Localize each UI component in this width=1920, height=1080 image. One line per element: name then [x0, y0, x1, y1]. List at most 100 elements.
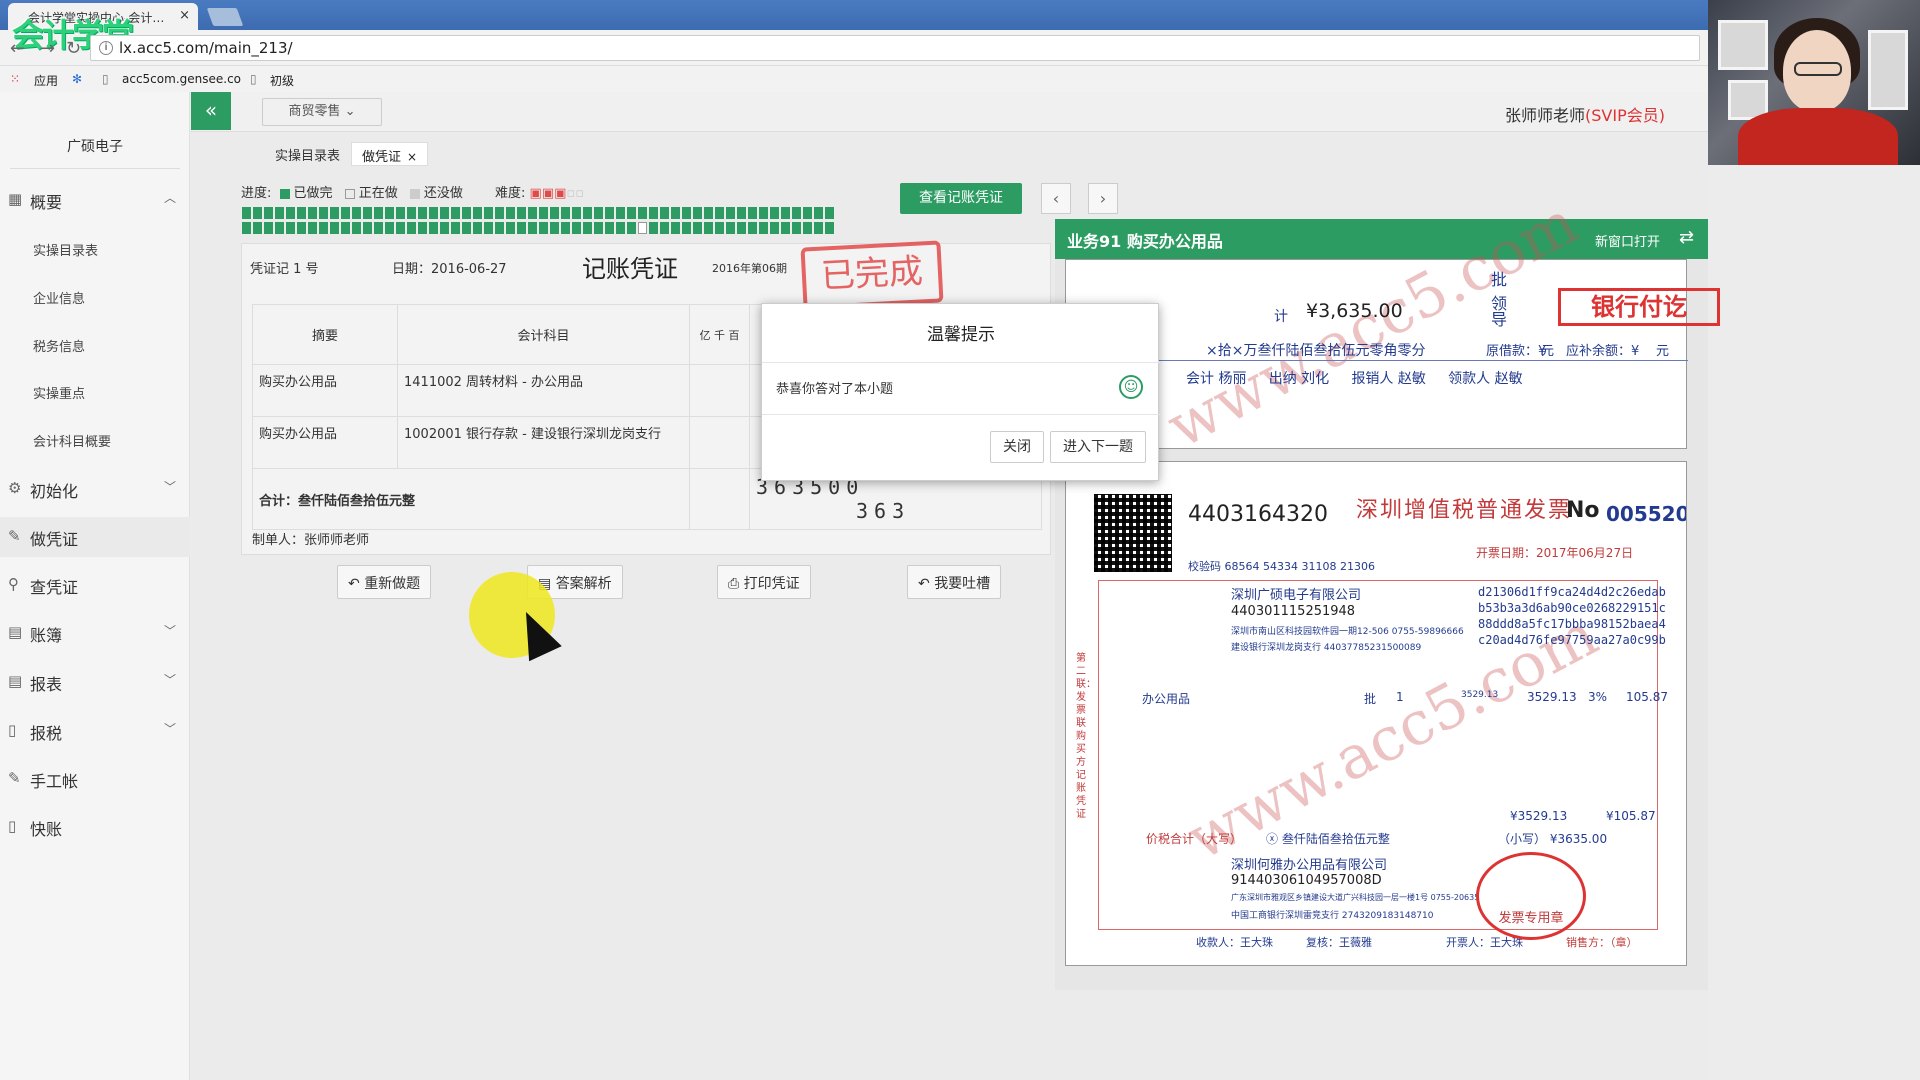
overview-icon: ▦ [8, 190, 23, 208]
browser-tab-bar: 会计学堂实操中心-会计… × 会计学堂 [0, 0, 1708, 54]
user-info[interactable]: 张师师老师(SVIP会员) [1505, 102, 1665, 126]
signer-cashier: 出纳 刘化 [1268, 371, 1330, 387]
sidebar-item-make-voucher[interactable]: ✎ 做凭证 [0, 517, 190, 557]
department-select[interactable]: 商贸零售 ⌄ [262, 98, 382, 126]
progress-cell [517, 207, 526, 219]
progress-cell [473, 207, 482, 219]
collapse-sidebar-button[interactable]: « [191, 92, 231, 130]
progress-cell [330, 207, 339, 219]
prev-button[interactable]: ‹ [1041, 183, 1071, 214]
item-price: 3529.13 [1461, 690, 1499, 700]
progress-cell [506, 222, 515, 234]
sidebar-item-label: 查凭证 [30, 578, 79, 597]
close-icon[interactable]: × [179, 8, 190, 23]
sidebar-item-label: 报税 [30, 724, 63, 743]
col-digits: 亿 千 百 [689, 304, 750, 365]
sidebar-subitem-account-summary[interactable]: 会计科目概要 [33, 431, 111, 450]
bookmark-junior[interactable]: 初级 [270, 72, 294, 89]
sidebar-item-label: 手工帐 [30, 772, 79, 791]
sidebar-item-quick-ledger[interactable]: ▯ 快账 [0, 807, 190, 847]
progress-cell [517, 222, 526, 234]
signers-row: 会计 杨丽 出纳 刘化 报销人 赵敏 领款人 赵敏 [1186, 368, 1523, 388]
yuan-label: 元 [1541, 344, 1555, 359]
swap-icon[interactable]: ⇄ [1679, 227, 1694, 248]
user-name: 张师师老师 [1505, 106, 1586, 125]
total-small: （小写） ¥3635.00 [1498, 832, 1608, 846]
progress-legend: 进度: 已做完 正在做 还没做 难度: ▣▣▣▫▫ [241, 182, 584, 201]
sidebar-item-ledger[interactable]: ▤ 账簿 ﹀ [0, 613, 190, 653]
view-voucher-button[interactable]: 查看记账凭证 [900, 183, 1022, 214]
progress-cell [605, 207, 614, 219]
row-account[interactable]: 1411002 周转材料 - 办公用品 [397, 364, 690, 417]
progress-cell [528, 207, 537, 219]
tab-make-voucher[interactable]: 做凭证 × [351, 142, 429, 166]
dialog-title: 温馨提示 [927, 325, 995, 345]
redo-button[interactable]: ↶ 重新做题 [337, 565, 432, 599]
total-caps: ⓧ 叁仟陆佰叁拾伍元整 [1266, 832, 1390, 846]
completed-stamp: 已完成 [800, 240, 944, 310]
col-summary: 摘要 [252, 304, 398, 365]
progress-cell [748, 222, 757, 234]
back-icon[interactable]: ← [10, 38, 25, 59]
progress-cell [737, 222, 746, 234]
progress-cell [550, 207, 559, 219]
feedback-label: 我要吐槽 [934, 576, 991, 592]
bookmark-gensee[interactable]: acc5com.gensee.co [122, 72, 241, 86]
department-label: 商贸零售 [288, 104, 341, 119]
item-name: 办公用品 [1142, 692, 1191, 706]
bookmark-apps[interactable]: 应用 [34, 72, 58, 89]
sidebar-item-reports[interactable]: ▤ 报表 ﹀ [0, 662, 190, 702]
pen-icon: ✎ [8, 527, 21, 545]
sidebar-subitem-catalog[interactable]: 实操目录表 [33, 240, 98, 259]
next-button[interactable]: › [1088, 183, 1118, 214]
signer-receiver: 领款人 赵敏 [1448, 371, 1523, 387]
progress-cell [572, 207, 581, 219]
invoice-date: 开票日期：2017年06月27日 [1476, 546, 1634, 560]
row-summary[interactable]: 购买办公用品 [252, 364, 398, 417]
progress-bar [242, 207, 840, 235]
progress-cell [715, 222, 724, 234]
sidebar-subitem-tax-info[interactable]: 税务信息 [33, 336, 85, 355]
legend-todo-swatch [409, 188, 420, 199]
open-new-window-link[interactable]: 新窗口打开 [1595, 231, 1660, 250]
progress-cell [363, 207, 372, 219]
gear-icon: ⚙ [8, 479, 22, 497]
progress-cell [462, 207, 471, 219]
browser-chrome: 会计学堂实操中心-会计… × 会计学堂 ← → ↻ i lx.acc5.com/… [0, 0, 1708, 92]
new-tab-button[interactable] [206, 8, 244, 26]
payee: 收款人：王大珠 [1196, 936, 1273, 949]
sidebar-item-query-voucher[interactable]: ⚲ 查凭证 [0, 565, 190, 605]
row-account[interactable]: 1002001 银行存款 - 建设银行深圳龙岗支行 [397, 416, 690, 469]
sidebar-item-overview[interactable]: ▦ 概要 ︿ [0, 180, 190, 220]
forward-icon[interactable]: → [40, 38, 55, 59]
sidebar-subitem-key-points[interactable]: 实操重点 [33, 383, 85, 402]
row-summary[interactable]: 购买办公用品 [252, 416, 398, 469]
total-label: 价税合计（大写） [1146, 832, 1243, 846]
sidebar-subitem-company-info[interactable]: 企业信息 [33, 288, 85, 307]
print-voucher-button[interactable]: ⎙ 打印凭证 [717, 565, 811, 599]
tab-catalog[interactable]: 实操目录表 [265, 142, 350, 166]
sidebar-item-init[interactable]: ⚙ 初始化 ﹀ [0, 469, 190, 509]
close-icon[interactable]: × [407, 150, 417, 164]
vat-invoice: www.acc5.com 4403164320 深圳增值税普通发票 No 005… [1065, 461, 1687, 966]
sidebar-item-label: 账簿 [30, 626, 63, 645]
print-icon: ⎙ [728, 576, 744, 592]
invoice-no-label: No [1566, 498, 1600, 523]
sidebar-item-manual-ledger[interactable]: ✎ 手工帐 [0, 759, 190, 799]
close-button[interactable]: 关闭 [990, 431, 1044, 463]
progress-cell [803, 207, 812, 219]
reload-icon[interactable]: ↻ [66, 38, 81, 59]
progress-cell [396, 207, 405, 219]
feedback-button[interactable]: ↶ 我要吐槽 [907, 565, 1002, 599]
url-input[interactable]: i lx.acc5.com/main_213/ [90, 35, 1700, 61]
sidebar-item-tax-filing[interactable]: ▯ 报税 ﹀ [0, 711, 190, 751]
total-digits [689, 468, 750, 530]
next-question-button[interactable]: 进入下一题 [1050, 431, 1146, 463]
progress-cell [275, 222, 284, 234]
difficulty-label: 难度: [495, 186, 526, 201]
sidebar: 广硕电子 ▦ 概要 ︿ 实操目录表 企业信息 税务信息 实操重点 会计科目概要 … [0, 92, 190, 1080]
voucher-date: 日期：2016-06-27 [392, 262, 507, 277]
info-icon[interactable]: i [99, 41, 113, 55]
buyer-name: 深圳广硕电子有限公司 [1231, 588, 1362, 603]
file-icon: ▯ [8, 721, 17, 739]
